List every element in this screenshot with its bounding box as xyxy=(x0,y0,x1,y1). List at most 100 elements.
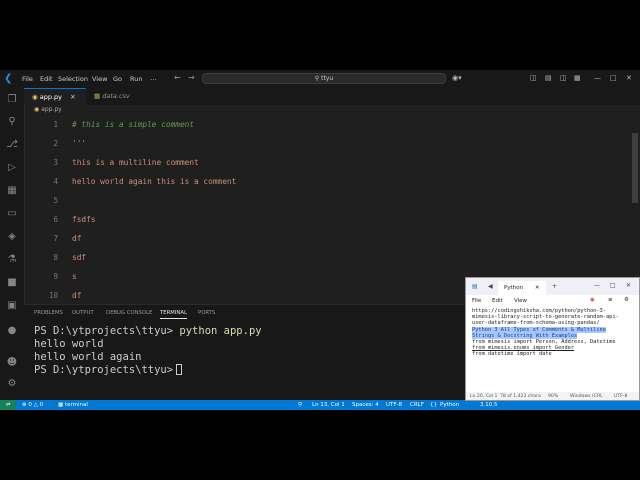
accounts-tree-icon[interactable]: ◈ xyxy=(5,230,19,244)
notepad-status-bar: Ln 20, Col 1 78 of 1,423 chara 90% Windo… xyxy=(466,392,639,400)
docker-icon[interactable]: ■ xyxy=(5,276,19,290)
command-center-search[interactable]: ⚲ ttyu xyxy=(202,73,446,84)
new-tab-icon[interactable]: + xyxy=(552,283,557,290)
testing-icon[interactable]: ⚗ xyxy=(5,253,19,267)
braces-icon: {} xyxy=(430,402,437,408)
code-line[interactable]: ''' xyxy=(72,139,86,148)
menu-go[interactable]: Go xyxy=(113,75,122,83)
back-arrow-icon[interactable]: ← xyxy=(174,73,181,82)
terminal-input-line[interactable]: PS D:\ytprojects\ttyu> xyxy=(34,364,183,376)
extensions-icon[interactable]: ▦ xyxy=(5,184,19,198)
status-bar: ⇌ ⊗ 0 △ 0 ▦ terminal ⚲ Ln 13, Col 1 Spac… xyxy=(0,400,640,410)
maximize-icon[interactable]: □ xyxy=(610,282,616,289)
line-number: 5 xyxy=(53,196,58,205)
indentation[interactable]: Spaces: 4 xyxy=(352,400,379,410)
minimize-icon[interactable]: — xyxy=(594,74,601,82)
breadcrumb[interactable]: ◉ app.py xyxy=(34,106,62,113)
line-number: 1 xyxy=(53,120,58,129)
toggle-panel-icon[interactable]: ▤ xyxy=(545,74,552,82)
terminal-icon: ▦ xyxy=(58,402,64,408)
panel-tab-problems[interactable]: PROBLEMS xyxy=(34,310,63,316)
menu-edit[interactable]: Edit xyxy=(40,75,53,83)
customize-layout-icon[interactable]: ▦ xyxy=(574,74,581,82)
close-tab-icon[interactable]: ✕ xyxy=(535,285,540,291)
language-mode[interactable]: Python xyxy=(440,400,459,410)
encoding[interactable]: UTF-8 xyxy=(386,400,402,410)
code-line[interactable]: this is a multiline comment xyxy=(72,158,199,167)
remote-indicator-icon[interactable]: ⇌ xyxy=(0,400,16,410)
notepad-menu-bar: File Edit View ◉ ≡ ⚙ xyxy=(466,295,639,306)
minimize-icon[interactable]: — xyxy=(594,282,600,289)
terminal-output-line: hello world xyxy=(34,338,104,350)
notepad-encoding: UTF-8 xyxy=(614,394,628,399)
line-number: 4 xyxy=(53,177,58,186)
notepad-menu-edit[interactable]: Edit xyxy=(492,298,503,304)
menu-file[interactable]: File xyxy=(22,75,33,83)
code-line[interactable]: df xyxy=(72,234,81,243)
notepad-tab[interactable]: Python ✕ xyxy=(498,281,546,295)
source-control-icon[interactable]: ⎇ xyxy=(5,138,19,152)
panel-tab-ports[interactable]: PORTS xyxy=(198,310,215,316)
panel-tab-output[interactable]: OUTPUT xyxy=(72,310,94,316)
notepad-char-count: 78 of 1,423 chara xyxy=(500,394,541,399)
title-bar: ❮ File Edit Selection View Go Run … ← → … xyxy=(0,70,640,88)
close-icon[interactable]: ✕ xyxy=(626,282,631,289)
notepad-window[interactable]: ▤ ◀ Python ✕ + — □ ✕ File Edit View ◉ ≡ … xyxy=(465,277,640,401)
panel-tab-terminal[interactable]: TERMINAL xyxy=(160,310,187,319)
settings-gear-icon[interactable]: ⚙ xyxy=(624,297,629,303)
code-line[interactable]: df xyxy=(72,291,81,300)
zoom-icon[interactable]: ⚲ xyxy=(298,400,302,410)
close-tab-icon[interactable]: ✕ xyxy=(70,93,75,101)
line-number: 8 xyxy=(53,253,58,262)
menu-selection[interactable]: Selection xyxy=(58,75,88,83)
settings-gear-icon[interactable]: ⚙ xyxy=(5,377,19,391)
editor-scrollbar[interactable] xyxy=(632,133,638,203)
notepad-text-area[interactable]: https://codingshiksha.com/python/python-… xyxy=(472,308,632,358)
format-icon[interactable]: ≡ xyxy=(608,297,613,303)
live-share-icon[interactable]: ● xyxy=(5,324,19,338)
problems-status[interactable]: ⊗ 0 △ 0 xyxy=(22,400,43,410)
menu-view[interactable]: View xyxy=(92,75,107,83)
close-icon[interactable]: ✕ xyxy=(626,74,632,82)
toggle-secondary-sidebar-icon[interactable]: ◫ xyxy=(560,74,567,82)
menu-run[interactable]: Run xyxy=(130,75,142,83)
copilot-icon[interactable]: ◉ xyxy=(590,297,595,303)
tab-scroll-left-icon[interactable]: ◀ xyxy=(488,283,493,290)
copilot-chat-icon[interactable]: ▣ xyxy=(5,299,19,313)
notepad-title-bar: ▤ ◀ Python ✕ + — □ ✕ xyxy=(466,278,639,295)
line-number: 2 xyxy=(53,139,58,148)
code-line[interactable]: sdf xyxy=(72,253,86,262)
python-file-icon: ◉ xyxy=(34,106,40,113)
notepad-zoom: 90% xyxy=(548,394,559,399)
tab-app-py[interactable]: ◉ app.py ✕ xyxy=(24,88,86,105)
cursor-position[interactable]: Ln 13, Col 1 xyxy=(312,400,345,410)
terminal-command-line[interactable]: PS D:\ytprojects\ttyu> python app.py xyxy=(34,325,262,337)
code-line[interactable]: fsdfs xyxy=(72,215,95,224)
terminal-status[interactable]: ▦ terminal xyxy=(58,400,88,410)
explorer-icon[interactable]: ❐ xyxy=(5,93,19,107)
code-line[interactable]: s xyxy=(72,272,77,281)
code-line[interactable]: # this is a simple comment xyxy=(72,120,194,129)
tab-data-csv[interactable]: ▦ data.csv xyxy=(86,88,154,105)
maximize-icon[interactable]: □ xyxy=(610,74,617,82)
run-debug-icon[interactable]: ▷ xyxy=(5,161,19,175)
copilot-icon[interactable]: ◉▾ xyxy=(452,74,462,82)
notepad-menu-file[interactable]: File xyxy=(472,298,481,304)
breadcrumb-file: app.py xyxy=(41,106,62,113)
line-ending[interactable]: CRLF xyxy=(410,400,424,410)
line-number: 9 xyxy=(53,272,58,281)
python-version[interactable]: 3.10.5 xyxy=(480,400,498,410)
search-icon[interactable]: ⚲ xyxy=(5,115,19,129)
search-text: ttyu xyxy=(321,75,334,82)
panel-tab-debug-console[interactable]: DEBUG CONSOLE xyxy=(106,310,152,316)
toggle-sidebar-icon[interactable]: ◫ xyxy=(530,74,537,82)
code-line[interactable]: hello world again this is a comment xyxy=(72,177,236,186)
forward-arrow-icon[interactable]: → xyxy=(188,73,195,82)
code-editor[interactable]: 1 # this is a simple comment 2 ''' 3 thi… xyxy=(24,115,632,301)
python-file-icon: ◉ xyxy=(32,93,38,101)
more-menu-icon[interactable]: … xyxy=(150,74,157,82)
remote-explorer-icon[interactable]: ▭ xyxy=(5,207,19,221)
notepad-menu-view[interactable]: View xyxy=(514,298,527,304)
account-icon[interactable]: ☻ xyxy=(5,356,19,370)
terminal-prompt: PS D:\ytprojects\ttyu> xyxy=(34,325,174,337)
